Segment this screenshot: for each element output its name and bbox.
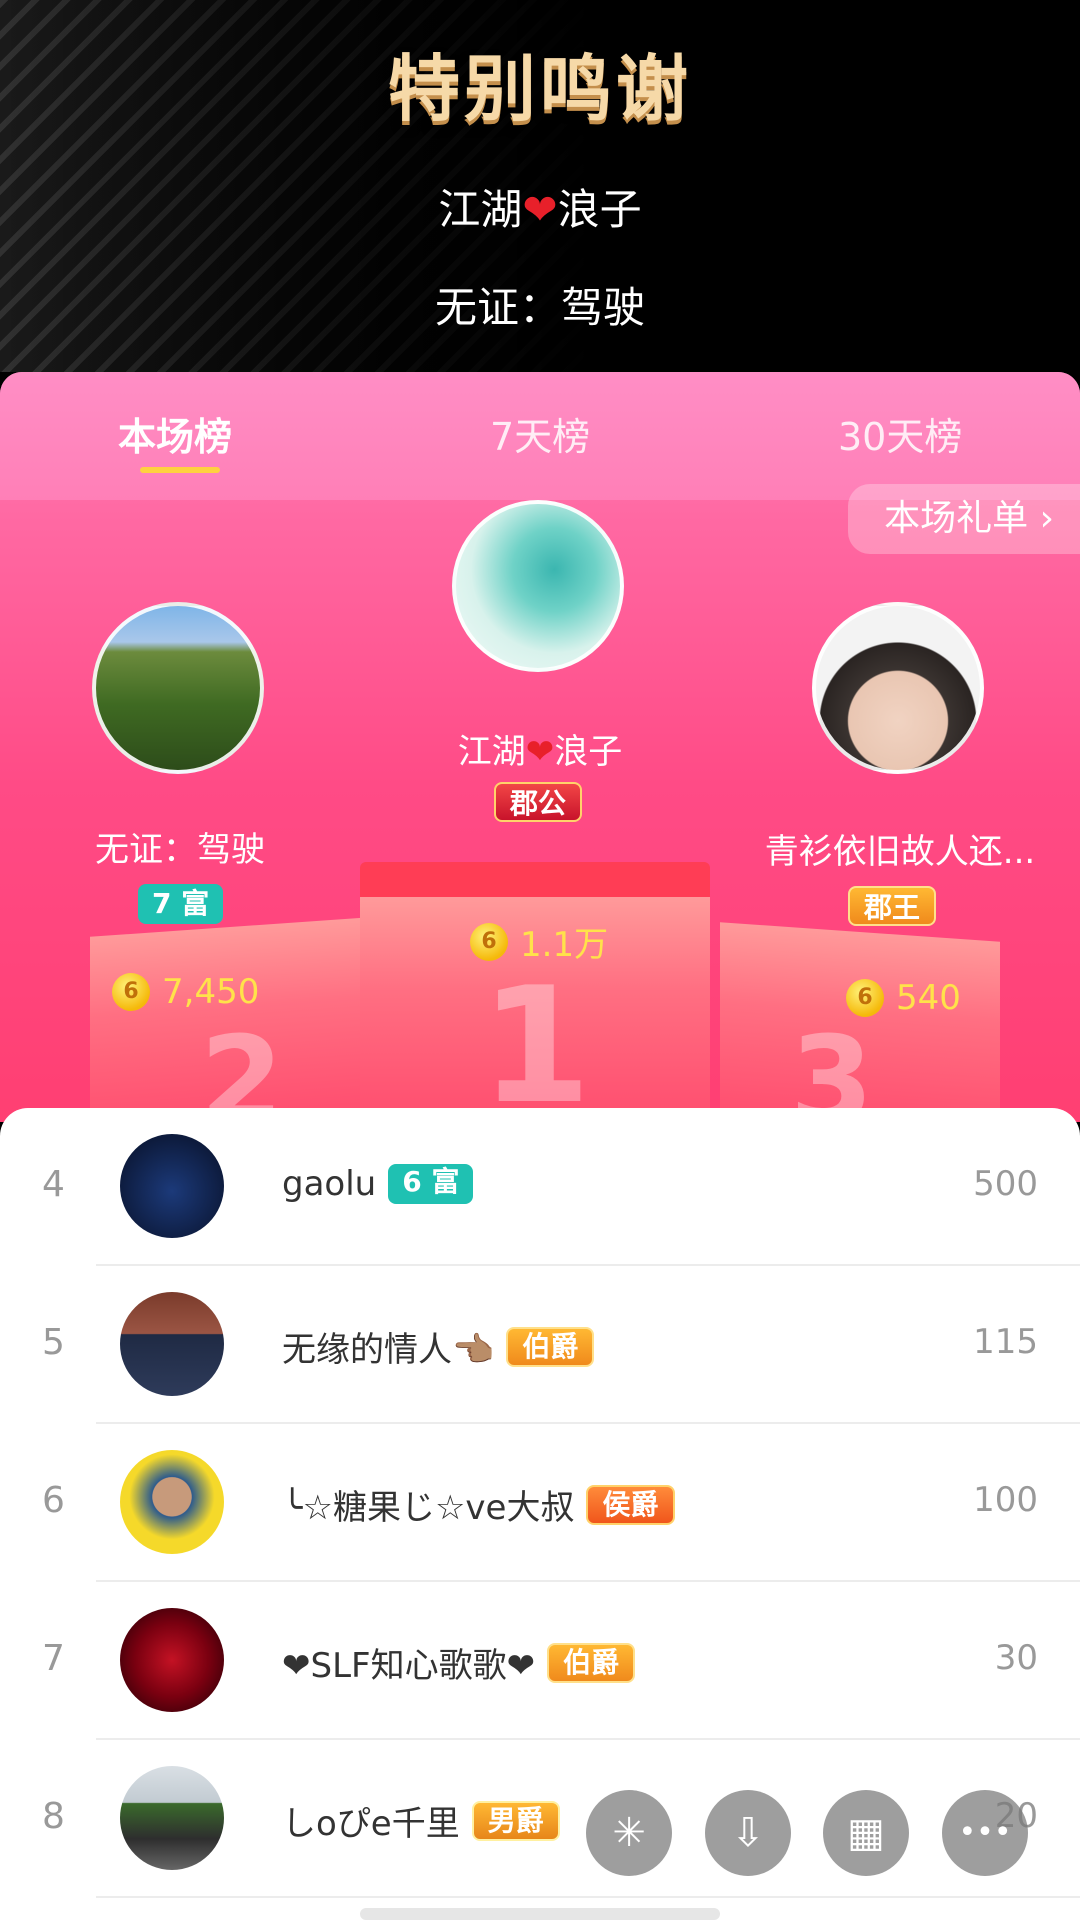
score: 30 xyxy=(994,1638,1038,1678)
list-item[interactable]: 4 gaolu 6 富 500 xyxy=(0,1108,1080,1266)
user-name: ❤SLF知心歌歌❤ 伯爵 xyxy=(282,1638,636,1687)
third-rank-badge: 郡王 xyxy=(848,886,937,926)
noble-badge: 伯爵 xyxy=(506,1326,595,1367)
coin-icon: 6 xyxy=(846,979,884,1017)
score: 115 xyxy=(973,1322,1038,1362)
home-indicator[interactable] xyxy=(360,1908,720,1920)
noble-badge: 侯爵 xyxy=(586,1484,675,1525)
score: 500 xyxy=(973,1164,1038,1204)
list-item[interactable]: 7 ❤SLF知心歌歌❤ 伯爵 30 xyxy=(0,1582,1080,1740)
sparkle-icon: ✳ xyxy=(612,1810,646,1856)
avatar[interactable] xyxy=(120,1134,224,1238)
first-name: 江湖❤浪子 xyxy=(457,732,623,772)
podium-first-top xyxy=(360,862,710,902)
rank-number: 5 xyxy=(42,1322,65,1363)
noble-badge: 伯爵 xyxy=(547,1642,636,1683)
ranking-list: 4 gaolu 6 富 500 5 无缘的情人👈🏽 伯爵 115 6 ╰☆糖果じ… xyxy=(0,1108,1080,1920)
first-coins: 6 1.1万 xyxy=(470,917,608,966)
ranking-panel: 本场榜 7天榜 30天榜 本场礼单 › 1 2 3 江湖❤浪子 郡公 6 1.1… xyxy=(0,372,1080,1122)
rank-number: 7 xyxy=(42,1638,65,1679)
avatar[interactable] xyxy=(120,1450,224,1554)
user-name: 无缘的情人👈🏽 伯爵 xyxy=(282,1322,595,1371)
grid-button[interactable]: ▦ xyxy=(823,1790,909,1876)
grid-icon: ▦ xyxy=(847,1810,885,1856)
wealth-badge: 6 富 xyxy=(388,1164,474,1204)
avatar[interactable] xyxy=(120,1292,224,1396)
list-item[interactable]: 6 ╰☆糖果じ☆ve大叔 侯爵 100 xyxy=(0,1424,1080,1582)
tab-active-indicator xyxy=(140,467,220,473)
list-item[interactable]: 5 无缘的情人👈🏽 伯爵 115 xyxy=(0,1266,1080,1424)
first-rank-badge: 郡公 xyxy=(494,782,583,822)
more-icon: ••• xyxy=(958,1815,1012,1850)
rank-number: 8 xyxy=(42,1796,65,1837)
third-name: 青衫依旧故人还... xyxy=(764,832,1036,872)
avatar[interactable] xyxy=(120,1766,224,1870)
header-title: 特别鸣谢 xyxy=(387,47,692,131)
rank-number: 6 xyxy=(42,1480,65,1521)
ranking-tabs: 本场榜 7天榜 30天榜 xyxy=(0,372,1080,500)
noble-badge: 男爵 xyxy=(471,1800,560,1841)
second-coins: 6 7,450 xyxy=(112,972,259,1012)
download-button[interactable]: ⇩ xyxy=(705,1790,791,1876)
heart-icon: ❤ xyxy=(525,732,555,772)
podium-number-3: 3 xyxy=(790,1012,874,1122)
download-icon: ⇩ xyxy=(731,1810,765,1856)
user-name: しoぴe千里 男爵 xyxy=(282,1796,560,1845)
second-name: 无证：驾驶 xyxy=(95,830,265,870)
tab-current[interactable]: 本场榜 xyxy=(118,406,232,461)
coin-icon: 6 xyxy=(470,922,508,961)
user-name: gaolu 6 富 xyxy=(282,1164,474,1204)
gift-list-link[interactable]: 本场礼单 › xyxy=(848,484,1080,554)
podium-number-1: 1 xyxy=(480,952,592,1122)
divider xyxy=(96,1896,1080,1898)
thanks-line-2: 无证：驾驶 xyxy=(434,283,645,332)
user-name: ╰☆糖果じ☆ve大叔 侯爵 xyxy=(282,1480,675,1529)
thanks-line-1: 江湖❤浪子 xyxy=(438,185,642,234)
avatar[interactable] xyxy=(120,1608,224,1712)
tab-30-days[interactable]: 30天榜 xyxy=(838,406,962,461)
third-coins: 6 540 xyxy=(846,978,961,1018)
second-wealth-badge: 7 富 xyxy=(138,884,224,924)
score: 100 xyxy=(973,1480,1038,1520)
heart-icon: ❤ xyxy=(522,185,558,234)
podium-number-2: 2 xyxy=(200,1012,284,1122)
tab-7-days[interactable]: 7天榜 xyxy=(490,406,590,461)
coin-icon: 6 xyxy=(112,973,150,1011)
sparkle-button[interactable]: ✳ xyxy=(586,1790,672,1876)
more-button[interactable]: ••• xyxy=(942,1790,1028,1876)
avatar-first[interactable] xyxy=(452,500,624,672)
header-banner: 特别鸣谢 江湖❤浪子 无证：驾驶 xyxy=(0,0,1080,372)
avatar-second[interactable] xyxy=(92,602,264,774)
list-item[interactable]: 8 しoぴe千里 男爵 20 xyxy=(0,1740,1080,1898)
rank-number: 4 xyxy=(42,1164,65,1205)
avatar-third[interactable] xyxy=(812,602,984,774)
